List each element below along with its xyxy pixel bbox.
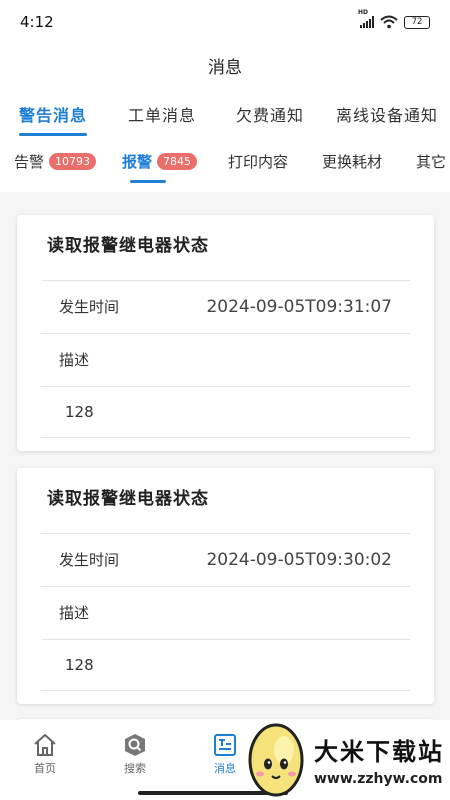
battery-level: 72 <box>411 17 423 27</box>
time-row: 发生时间 2024-09-05T09:31:07 <box>41 280 410 332</box>
message-card[interactable]: 读取报警继电器状态 发生时间 2024-09-05T09:31:07 描述 12… <box>17 215 434 451</box>
description-label: 描述 <box>59 351 90 369</box>
home-icon <box>34 734 56 756</box>
status-bar: 4:12 HD 72 <box>0 0 450 44</box>
tab-alarm[interactable]: 报警 7845 <box>122 151 198 172</box>
card-title: 读取报警继电器状态 <box>47 236 209 256</box>
time-label: 发生时间 <box>59 298 120 316</box>
status-time: 4:12 <box>20 13 54 31</box>
nav-search-label: 搜索 <box>124 762 146 775</box>
tab-offline-device-notice[interactable]: 离线设备通知 <box>336 102 438 126</box>
tab-warning-messages[interactable]: 警告消息 <box>19 102 87 126</box>
active-subtab-indicator <box>130 180 166 183</box>
description-value: 128 <box>65 656 94 674</box>
tab-print-content-label: 打印内容 <box>228 153 289 171</box>
tab-replace-consumables-label: 更换耗材 <box>322 153 383 171</box>
tab-replace-consumables[interactable]: 更换耗材 <box>322 151 382 172</box>
primary-tabs: 警告消息 工单消息 欠费通知 离线设备通知 <box>0 86 450 140</box>
time-value: 2024-09-05T09:31:07 <box>206 296 392 317</box>
tab-other[interactable]: 其它 <box>416 151 446 172</box>
secondary-tabs: 告警 10793 报警 7845 打印内容 更换耗材 其它 <box>0 140 450 192</box>
time-value: 2024-09-05T09:30:02 <box>206 549 392 570</box>
description-value: 128 <box>65 403 94 421</box>
alert-count-badge: 10793 <box>49 153 97 170</box>
alarm-count-badge: 7845 <box>157 153 198 170</box>
message-card[interactable]: 读取报警继电器状态 发生时间 2024-09-05T09:30:02 描述 12… <box>17 468 434 704</box>
message-list[interactable]: 读取报警继电器状态 发生时间 2024-09-05T09:31:07 描述 12… <box>0 192 450 720</box>
description-row: 描述 <box>41 586 410 638</box>
time-row: 发生时间 2024-09-05T09:30:02 <box>41 533 410 585</box>
battery-icon: 72 <box>404 15 430 29</box>
tab-print-content[interactable]: 打印内容 <box>228 151 288 172</box>
active-tab-indicator <box>19 133 87 136</box>
title-bar: 消息 <box>0 44 450 86</box>
nav-search[interactable]: 搜索 <box>105 732 165 776</box>
nav-home-label: 首页 <box>34 762 56 775</box>
wifi-icon <box>380 15 398 29</box>
signal-icon: HD <box>358 9 374 28</box>
tab-alert-label: 告警 <box>14 153 45 171</box>
card-title: 读取报警继电器状态 <box>47 489 209 509</box>
nav-home[interactable]: 首页 <box>15 732 75 776</box>
description-row: 描述 <box>41 333 410 385</box>
description-value-row: 128 <box>41 386 410 438</box>
description-value-row: 128 <box>41 639 410 691</box>
tab-work-order-messages[interactable]: 工单消息 <box>128 102 196 126</box>
tab-alert[interactable]: 告警 10793 <box>14 151 97 172</box>
mascot-logo-icon <box>248 723 304 797</box>
watermark-url: www.zzhyw.com <box>314 770 443 787</box>
search-icon <box>125 734 145 756</box>
time-label: 发生时间 <box>59 551 120 569</box>
tab-alarm-label: 报警 <box>122 153 153 171</box>
watermark-title: 大米下载站 <box>314 737 444 766</box>
status-icons: HD 72 <box>358 9 430 29</box>
description-label: 描述 <box>59 604 90 622</box>
nav-messages-label: 消息 <box>214 762 236 775</box>
message-icon <box>214 734 236 756</box>
watermark: 大米下载站 www.zzhyw.com <box>244 718 450 800</box>
tab-arrears-notice[interactable]: 欠费通知 <box>236 102 304 126</box>
tab-other-label: 其它 <box>416 153 447 171</box>
page-title: 消息 <box>208 57 242 78</box>
